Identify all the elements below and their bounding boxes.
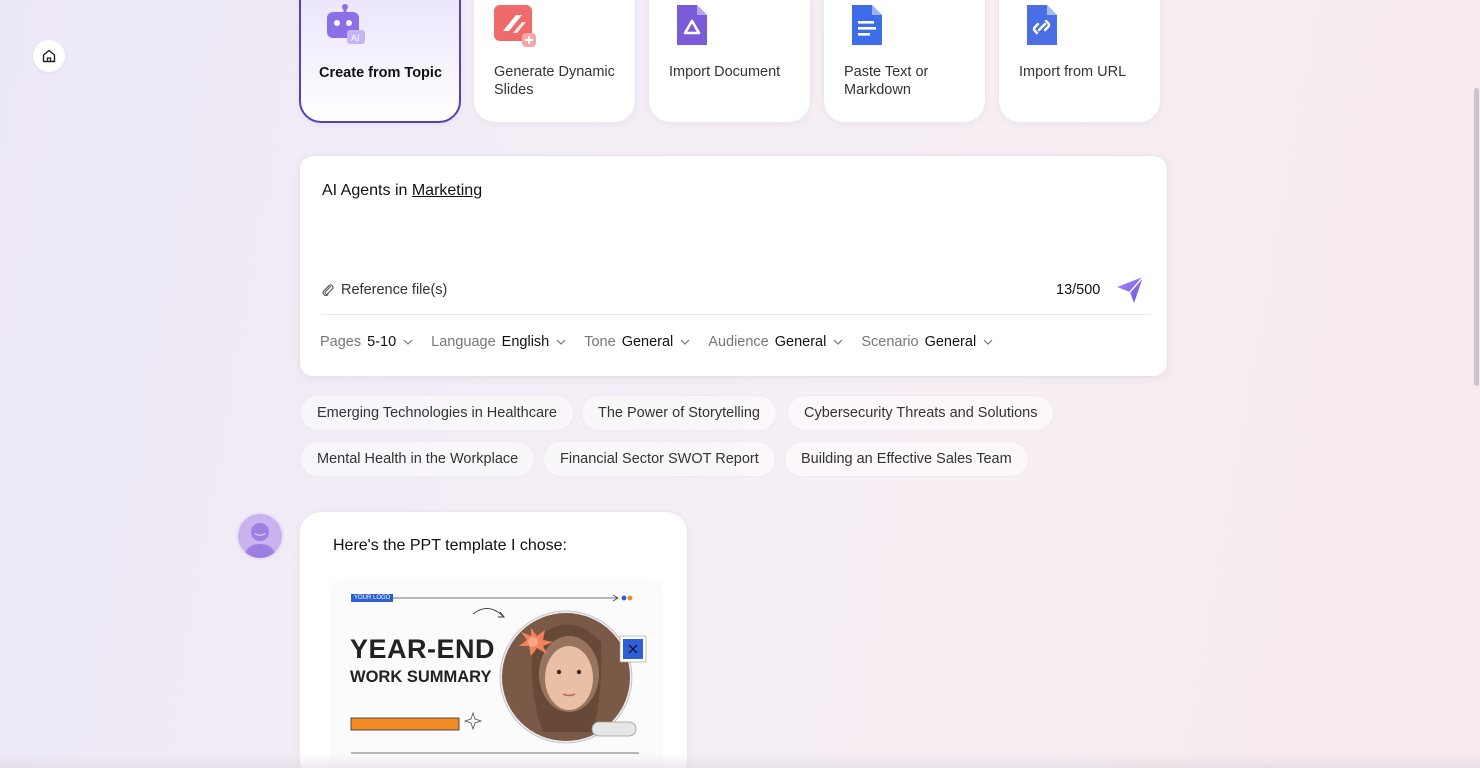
chat-message-text: Here's the PPT template I chose: bbox=[333, 537, 567, 554]
suggestion-chip[interactable]: Building an Effective Sales Team bbox=[784, 441, 1029, 477]
chevron-down-icon bbox=[833, 339, 843, 345]
chat-message-bubble: Here's the PPT template I chose: YOUR LO… bbox=[299, 511, 688, 768]
option-key: Tone bbox=[584, 334, 616, 350]
user-avatar bbox=[236, 512, 284, 560]
divider bbox=[321, 314, 1151, 315]
scrollbar-thumb[interactable] bbox=[1474, 88, 1479, 386]
template-title: YEAR-END bbox=[350, 634, 496, 664]
reference-files-label: Reference file(s) bbox=[341, 282, 448, 298]
reference-files-button[interactable]: Reference file(s) bbox=[321, 282, 447, 298]
card-label: Paste Text or Markdown bbox=[844, 64, 929, 98]
paperclip-icon bbox=[322, 284, 334, 297]
tone-dropdown[interactable]: Tone General bbox=[584, 334, 690, 350]
option-value: 5-10 bbox=[367, 334, 397, 350]
chevron-down-icon bbox=[403, 339, 413, 345]
option-value: English bbox=[501, 334, 550, 350]
home-button[interactable] bbox=[33, 40, 65, 72]
language-dropdown[interactable]: Language English bbox=[431, 334, 566, 350]
bottom-fade bbox=[0, 754, 1480, 768]
card-paste-text-or-markdown[interactable]: Paste Text or Markdown bbox=[823, 0, 986, 123]
option-key: Scenario bbox=[861, 334, 919, 350]
card-label: Create from Topic bbox=[319, 65, 443, 81]
home-icon bbox=[42, 49, 56, 63]
card-import-from-url[interactable]: Import from URL bbox=[998, 0, 1161, 123]
chevron-down-icon bbox=[983, 339, 993, 345]
template-preview[interactable]: YOUR LOGO YEAR-END WORK SUMMARY bbox=[333, 582, 660, 768]
markdown-doc-icon bbox=[852, 5, 882, 45]
template-subtitle: WORK SUMMARY bbox=[350, 668, 492, 686]
card-label: Generate Dynamic Slides bbox=[494, 64, 615, 98]
option-key: Language bbox=[431, 334, 496, 350]
svg-text:AI: AI bbox=[351, 33, 360, 43]
robot-ai-icon: AI bbox=[327, 4, 365, 44]
chevron-down-icon bbox=[556, 339, 566, 345]
option-value: General bbox=[924, 334, 977, 350]
topic-input-panel: AI Agents in Marketing Reference file(s)… bbox=[299, 155, 1168, 377]
topic-underlined-word: Marketing bbox=[411, 182, 483, 199]
option-value: General bbox=[621, 334, 674, 350]
suggestion-chip[interactable]: The Power of Storytelling bbox=[581, 395, 777, 431]
character-count: 13/500 bbox=[1056, 282, 1101, 298]
option-key: Pages bbox=[320, 334, 362, 350]
card-label: Import from URL bbox=[1019, 64, 1127, 80]
generation-options: Pages 5-10 Language English Tone General… bbox=[320, 334, 1011, 350]
scenario-dropdown[interactable]: Scenario General bbox=[861, 334, 993, 350]
link-doc-icon bbox=[1027, 5, 1057, 45]
pages-dropdown[interactable]: Pages 5-10 bbox=[320, 334, 413, 350]
suggestion-chip[interactable]: Financial Sector SWOT Report bbox=[543, 441, 776, 477]
document-icon bbox=[677, 5, 707, 45]
dynamic-slides-icon bbox=[494, 5, 536, 47]
topic-text: AI Agents in bbox=[322, 182, 412, 199]
audience-dropdown[interactable]: Audience General bbox=[708, 334, 843, 350]
suggestion-chip[interactable]: Cybersecurity Threats and Solutions bbox=[787, 395, 1055, 431]
creation-mode-cards: AI Create from Topic Generate Dynamic Sl… bbox=[299, 0, 1161, 123]
option-key: Audience bbox=[708, 334, 769, 350]
card-import-document[interactable]: Import Document bbox=[648, 0, 811, 123]
suggestion-chip[interactable]: Emerging Technologies in Healthcare bbox=[300, 395, 574, 431]
card-create-from-topic[interactable]: AI Create from Topic bbox=[299, 0, 461, 123]
scrollbar[interactable] bbox=[1472, 0, 1480, 768]
send-icon[interactable] bbox=[1115, 275, 1145, 305]
chevron-down-icon bbox=[680, 339, 690, 345]
suggestion-chip[interactable]: Mental Health in the Workplace bbox=[300, 441, 536, 477]
option-value: General bbox=[774, 334, 827, 350]
topic-input[interactable]: AI Agents in Marketing bbox=[322, 182, 482, 200]
user-icon bbox=[244, 523, 276, 558]
card-generate-dynamic-slides[interactable]: Generate Dynamic Slides bbox=[473, 0, 636, 123]
card-label: Import Document bbox=[669, 64, 781, 80]
